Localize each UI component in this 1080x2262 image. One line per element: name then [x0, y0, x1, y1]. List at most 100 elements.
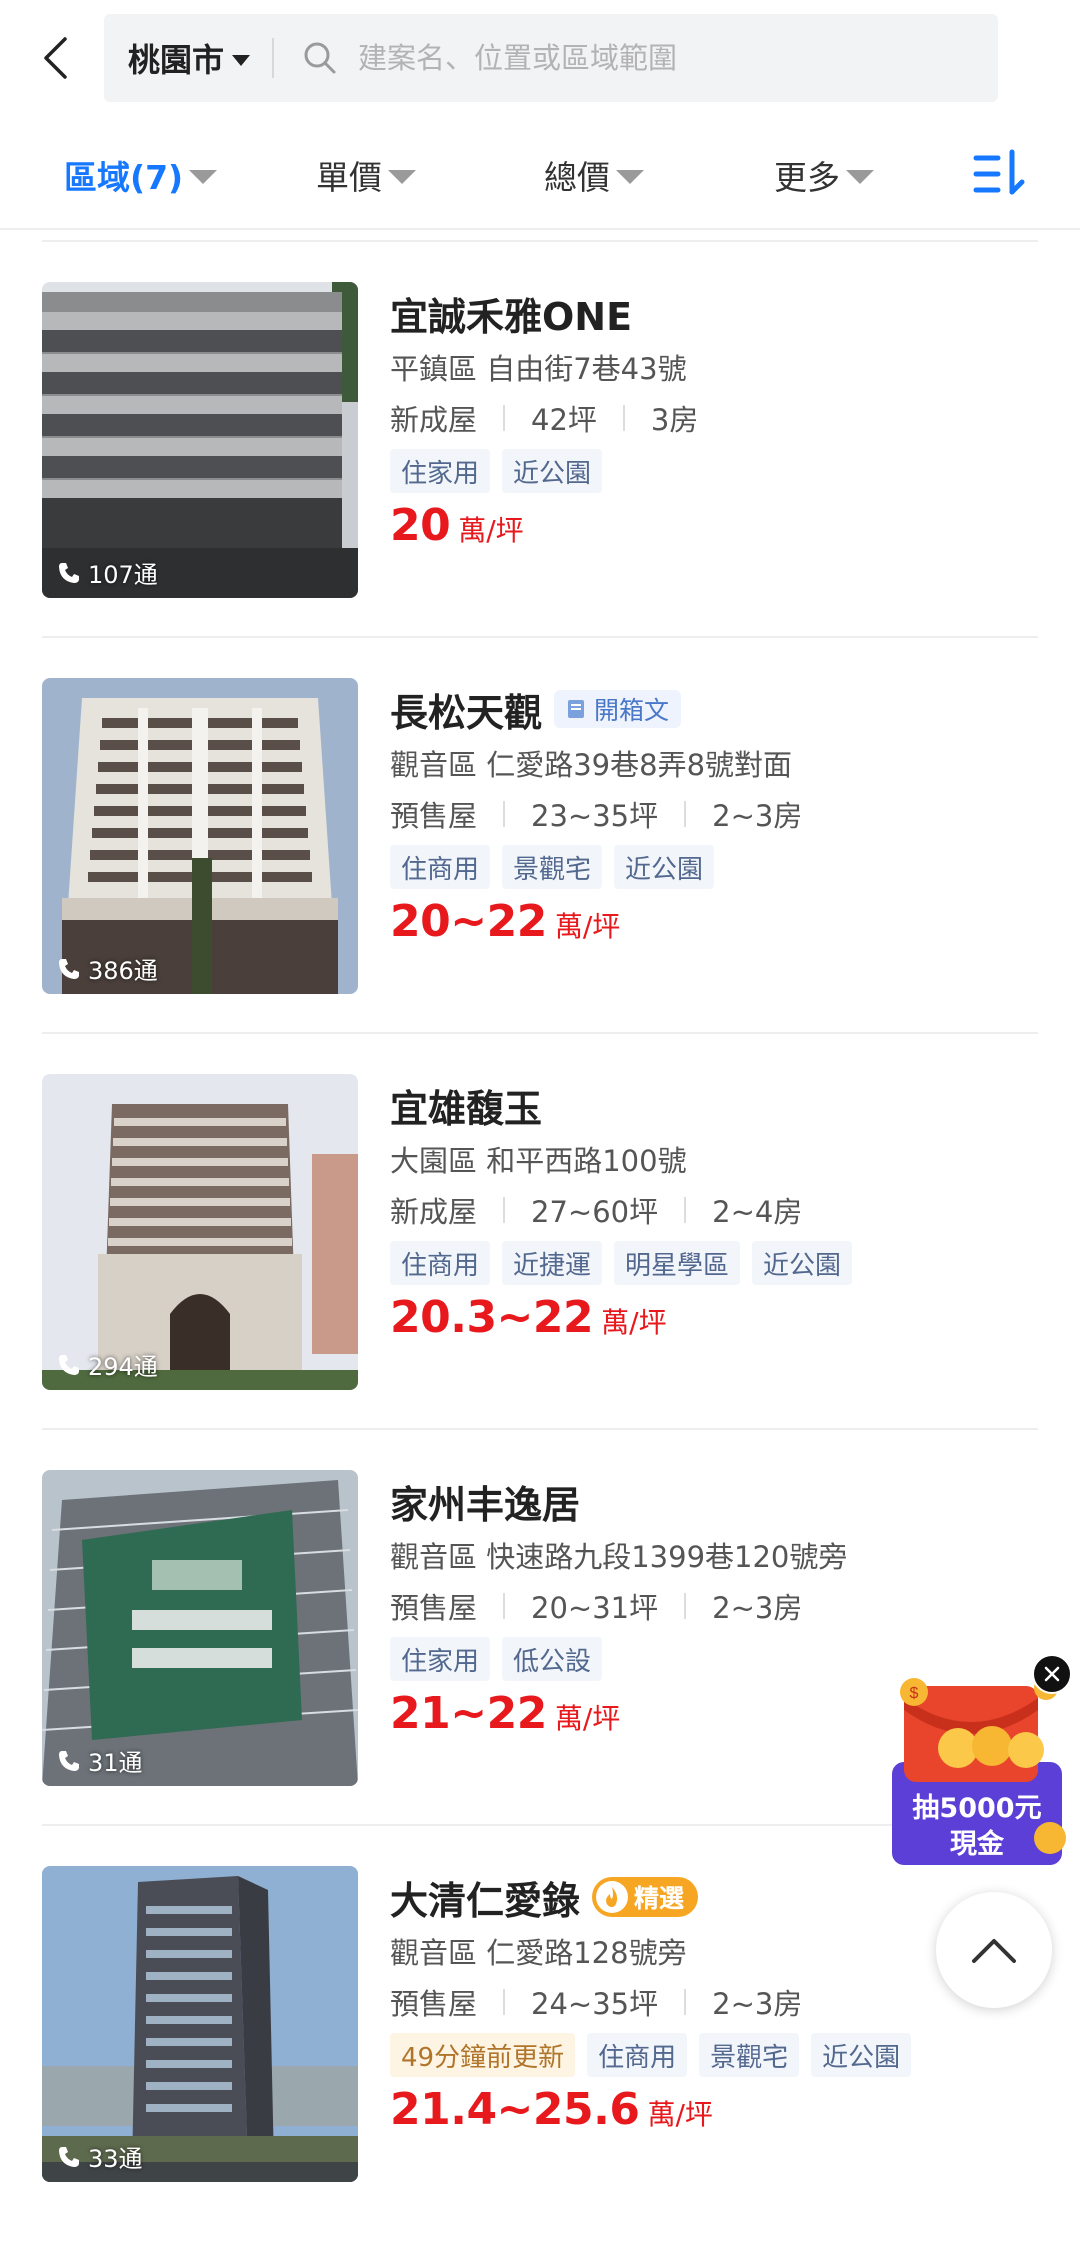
svg-text:$: $	[910, 1685, 919, 1702]
price-unit: 萬/坪	[458, 514, 524, 547]
call-count-text: 33通	[88, 2145, 143, 2173]
filter-total-price[interactable]: 總價	[544, 150, 644, 200]
call-count-text: 386通	[88, 957, 158, 985]
listing-address: 平鎮區 自由街7巷43號	[390, 352, 687, 386]
filter-bar: 區域(7) 單價 總價 更多	[0, 122, 1080, 230]
feature-tag: 景觀宅	[699, 2033, 800, 2077]
price-value: 21~22	[390, 1688, 547, 1739]
listing-card[interactable]: 386通 長松天觀 開箱文 觀音區 仁愛路39巷8弄8號對面 預售屋 23~35…	[0, 678, 1080, 1074]
price-value: 20~22	[390, 896, 547, 947]
listing-specs: 預售屋 24~35坪 2~3房	[390, 1978, 1040, 2026]
promo-close-button[interactable]	[1032, 1654, 1072, 1694]
listing-size: 24~35坪	[531, 1987, 659, 2021]
spec-divider	[503, 1593, 506, 1619]
spec-divider	[684, 1593, 687, 1619]
listing-card[interactable]: 107通 宜誠禾雅ONE 平鎮區 自由街7巷43號 新成屋 42坪 3房 住家用…	[0, 282, 1080, 678]
feature-tag: 近捷運	[502, 1241, 603, 1285]
listing-type: 預售屋	[390, 1987, 478, 2021]
listing-title: 宜誠禾雅ONE	[390, 294, 633, 339]
feature-tag: 明星學區	[614, 1241, 741, 1285]
listing-info: 長松天觀 開箱文 觀音區 仁愛路39巷8弄8號對面 預售屋 23~35坪 2~3…	[390, 678, 1040, 964]
call-count-text: 107通	[88, 561, 158, 589]
back-arrow-icon	[44, 37, 67, 79]
phone-icon	[59, 2146, 79, 2167]
feature-tag: 近公園	[752, 1241, 853, 1285]
caret-down-icon	[189, 170, 218, 184]
listing-photo: 386通	[42, 678, 358, 994]
phone-icon	[59, 562, 79, 583]
filter-unit-price[interactable]: 單價	[316, 150, 416, 200]
listing-card[interactable]: 33通 大清仁愛錄 精選 觀音區 仁愛路128號旁 預售屋 24~35坪 2~3…	[0, 1866, 1080, 2262]
search-input[interactable]	[356, 40, 921, 76]
listing-address: 大園區 和平西路100號	[390, 1144, 687, 1178]
top-bar: 桃園市	[0, 0, 1080, 110]
feature-tag: 低公設	[502, 1637, 603, 1681]
feature-tag: 景觀宅	[502, 845, 603, 889]
spec-divider	[684, 1197, 687, 1223]
listing-price: 20~22 萬/坪	[390, 896, 1040, 964]
search-box: 桃園市	[104, 14, 998, 102]
card-divider	[42, 1824, 1038, 1826]
listing-tags: 住商用 近捷運 明星學區 近公園	[390, 1238, 1040, 1288]
call-count-text: 294通	[88, 1353, 158, 1381]
scroll-to-top-button[interactable]	[936, 1892, 1052, 2008]
call-count: 33通	[58, 2139, 143, 2174]
feature-tag: 住商用	[587, 2033, 688, 2077]
listing-title: 宜雄馥玉	[390, 1086, 543, 1131]
filter-more[interactable]: 更多	[774, 150, 874, 200]
listing-size: 42坪	[531, 403, 597, 437]
spec-divider	[684, 801, 687, 827]
flame-icon	[596, 1881, 629, 1913]
listing-rooms: 2~4房	[712, 1195, 803, 1229]
listing-type: 預售屋	[390, 1591, 478, 1625]
city-selector[interactable]: 桃園市	[104, 38, 275, 79]
listing-rooms: 2~3房	[712, 1591, 803, 1625]
phone-icon	[59, 1354, 79, 1375]
filter-region-label: 區域(7)	[64, 158, 184, 197]
call-count: 31通	[58, 1743, 143, 1778]
filter-region[interactable]: 區域(7)	[64, 150, 218, 200]
listing-address: 觀音區 快速路九段1399巷120號旁	[390, 1540, 848, 1574]
back-button[interactable]	[30, 30, 80, 86]
listing-address: 觀音區 仁愛路39巷8弄8號對面	[390, 748, 793, 782]
spec-divider	[622, 405, 625, 431]
featured-badge-label: 精選	[634, 1884, 685, 1913]
promo-text: 抽5000元	[912, 1793, 1042, 1824]
call-count: 294通	[58, 1347, 158, 1382]
phone-icon	[59, 958, 79, 979]
call-count-text: 31通	[88, 1749, 143, 1777]
caret-down-icon	[232, 54, 251, 66]
feature-tag: 住商用	[390, 1241, 491, 1285]
listing-photo: 107通	[42, 282, 358, 598]
listing-price: 20.3~22 萬/坪	[390, 1292, 1040, 1360]
phone-icon	[59, 1750, 79, 1771]
list-divider	[42, 240, 1038, 242]
caret-down-icon	[388, 170, 416, 184]
price-value: 20	[390, 500, 451, 551]
spec-divider	[684, 1989, 687, 2015]
listing-tags: 住商用 景觀宅 近公園	[390, 842, 1040, 892]
price-unit: 萬/坪	[647, 2098, 713, 2131]
listing-title: 長松天觀	[390, 690, 543, 735]
listing-info: 宜誠禾雅ONE 平鎮區 自由街7巷43號 新成屋 42坪 3房 住家用 近公園 …	[390, 282, 1040, 568]
article-badge[interactable]: 開箱文	[554, 690, 682, 728]
close-icon	[1044, 1666, 1060, 1682]
spec-divider	[503, 1989, 506, 2015]
listing-specs: 新成屋 42坪 3房	[390, 394, 1040, 442]
listing-card[interactable]: 294通 宜雄馥玉 大園區 和平西路100號 新成屋 27~60坪 2~4房 住…	[0, 1074, 1080, 1470]
listing-specs: 新成屋 27~60坪 2~4房	[390, 1186, 1040, 1234]
listing-price: 21.4~25.6 萬/坪	[390, 2084, 1040, 2152]
city-label: 桃園市	[128, 41, 225, 79]
spec-divider	[503, 1197, 506, 1223]
card-divider	[42, 636, 1038, 638]
listing-size: 27~60坪	[531, 1195, 659, 1229]
sort-button[interactable]	[972, 146, 1030, 204]
listing-rooms: 3房	[650, 403, 699, 437]
search-icon	[304, 42, 336, 74]
price-unit: 萬/坪	[554, 1702, 621, 1735]
call-count: 386通	[58, 951, 158, 986]
listing-photo: 31通	[42, 1470, 358, 1786]
filter-unit-price-label: 單價	[316, 158, 382, 197]
listing-type: 新成屋	[390, 403, 478, 437]
spec-divider	[503, 801, 506, 827]
